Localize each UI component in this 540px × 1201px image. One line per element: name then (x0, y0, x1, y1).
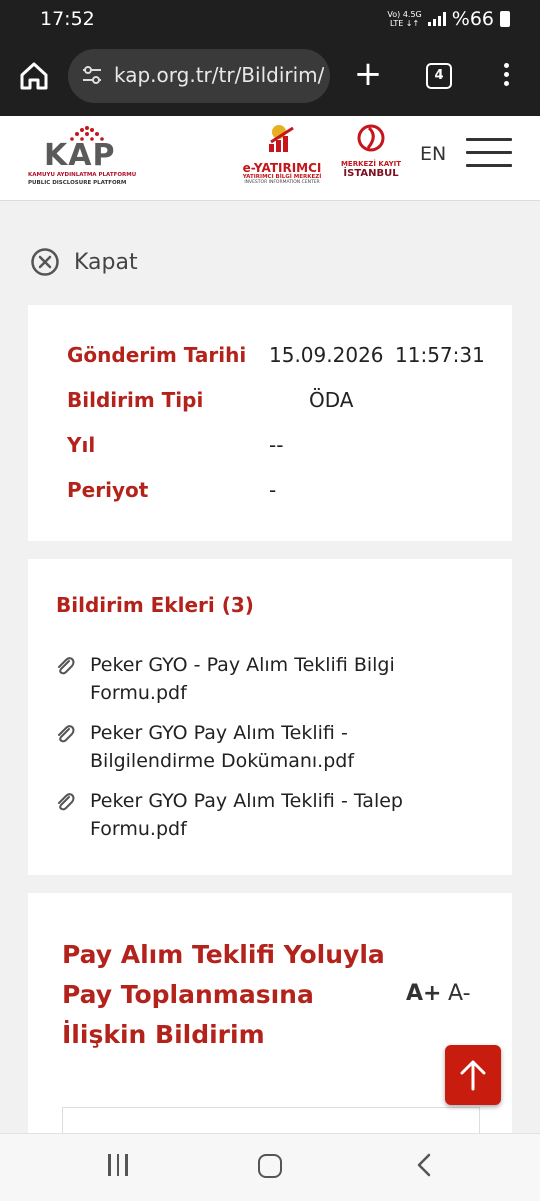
status-indicators: Vo) 4.5G LTE ↓↑ %66 (387, 8, 510, 30)
info-row-year: Yıl -- (67, 433, 284, 457)
url-text[interactable]: kap.org.tr/tr/Bildirim/ (114, 63, 324, 87)
announcement-content-box (62, 1107, 480, 1133)
site-header: KAP KAMUYU AYDINLATMA PLATFORMU PUBLIC D… (0, 116, 540, 201)
back-icon[interactable] (412, 1152, 438, 1178)
paperclip-icon (58, 793, 75, 811)
status-time: 17:52 (40, 8, 95, 30)
announcement-title: Pay Alım Teklifi Yoluyla Pay Toplanmasın… (62, 940, 385, 1049)
font-decrease-button[interactable]: A- (448, 981, 471, 1006)
close-button[interactable]: Kapat (30, 246, 138, 278)
menu-icon[interactable] (466, 138, 512, 170)
info-row-period: Periyot - (67, 478, 277, 502)
mkk-mark (357, 124, 385, 152)
paperclip-icon (58, 657, 75, 675)
url-bar[interactable]: kap.org.tr/tr/Bildirim/ (68, 49, 330, 103)
system-nav-bar (0, 1133, 540, 1201)
battery-icon (500, 11, 510, 27)
attachments-title: Bildirim Ekleri (3) (56, 593, 254, 617)
site-settings-icon[interactable] (80, 63, 104, 87)
paperclip-icon (58, 725, 75, 743)
scroll-to-top-button[interactable] (445, 1045, 501, 1105)
disclosure-info-card: Gönderim Tarihi 15.09.2026 11:57:31 Bild… (28, 305, 512, 541)
attachments-card: Bildirim Ekleri (3) Peker GYO - Pay Alım… (28, 559, 512, 875)
tab-switcher-button[interactable]: 4 (426, 63, 452, 89)
page-content: Kapat Gönderim Tarihi 15.09.2026 11:57:3… (0, 201, 540, 1133)
browser-menu-icon[interactable] (496, 60, 516, 92)
arrow-up-icon (460, 1060, 486, 1091)
recent-apps-icon[interactable] (108, 1154, 132, 1176)
home-nav-icon[interactable] (258, 1154, 282, 1178)
signal-icon (427, 12, 446, 26)
mkk-logo[interactable]: MERKEZİ KAYIT İSTANBUL (338, 122, 404, 194)
close-circle-icon (31, 248, 59, 276)
new-tab-button[interactable]: + (350, 55, 386, 95)
close-label: Kapat (74, 249, 138, 275)
home-icon[interactable] (14, 56, 54, 96)
status-bar: 17:52 Vo) 4.5G LTE ↓↑ %66 (0, 0, 540, 38)
battery-level: %66 (451, 8, 494, 30)
announcement-card: Pay Alım Teklifi Yoluyla Pay Toplanmasın… (28, 893, 512, 1133)
font-increase-button[interactable]: A+ (406, 981, 441, 1006)
e-yatirimci-logo[interactable]: e-YATIRIMCI YATIRIMCI BİLGİ MERKEZİ INVE… (240, 122, 324, 194)
kap-logo[interactable]: KAP KAMUYU AYDINLATMA PLATFORMU PUBLIC D… (26, 122, 136, 192)
network-type: Vo) 4.5G LTE ↓↑ (387, 10, 422, 28)
language-switch[interactable]: EN (420, 143, 446, 165)
info-row-send-date: Gönderim Tarihi 15.09.2026 11:57:31 (67, 343, 485, 367)
info-row-type: Bildirim Tipi ÖDA (67, 388, 354, 412)
browser-toolbar: kap.org.tr/tr/Bildirim/ + 4 (0, 38, 540, 116)
e-yatirimci-mark (269, 125, 294, 152)
